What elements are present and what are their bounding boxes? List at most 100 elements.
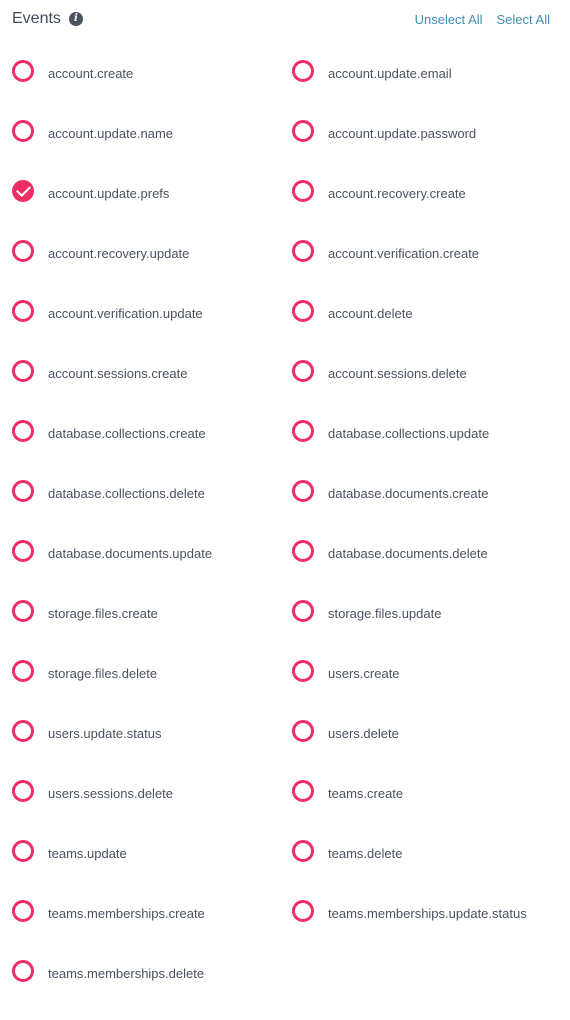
unchecked-circle-icon[interactable] <box>12 840 34 862</box>
unchecked-circle-icon[interactable] <box>292 300 314 322</box>
event-option[interactable]: account.sessions.delete <box>292 360 570 420</box>
unchecked-circle-icon[interactable] <box>12 780 34 802</box>
unchecked-circle-icon[interactable] <box>292 600 314 622</box>
events-panel: Events i Unselect All Select All account… <box>0 0 570 999</box>
unchecked-circle-icon[interactable] <box>292 660 314 682</box>
event-option[interactable]: storage.files.update <box>292 600 570 660</box>
event-option[interactable]: account.create <box>12 60 292 120</box>
event-label: account.recovery.update <box>48 246 190 261</box>
unchecked-circle-icon[interactable] <box>292 840 314 862</box>
events-header: Events i Unselect All Select All <box>12 6 550 32</box>
unchecked-circle-icon[interactable] <box>292 420 314 442</box>
event-label: users.delete <box>328 726 399 741</box>
event-option[interactable]: account.recovery.create <box>292 180 570 240</box>
unchecked-circle-icon[interactable] <box>12 360 34 382</box>
section-title: Events <box>12 10 61 27</box>
unchecked-circle-icon[interactable] <box>292 120 314 142</box>
unchecked-circle-icon[interactable] <box>292 900 314 922</box>
event-option[interactable]: teams.memberships.delete <box>12 960 292 1020</box>
event-option[interactable]: account.update.name <box>12 120 292 180</box>
unselect-all-button[interactable]: Unselect All <box>415 12 483 27</box>
event-label: account.sessions.create <box>48 366 188 381</box>
unchecked-circle-icon[interactable] <box>12 300 34 322</box>
event-label: account.update.prefs <box>48 186 170 201</box>
event-option[interactable]: account.verification.create <box>292 240 570 300</box>
event-option[interactable]: account.delete <box>292 300 570 360</box>
event-option[interactable]: database.collections.delete <box>12 480 292 540</box>
event-label: teams.update <box>48 846 127 861</box>
event-label: storage.files.create <box>48 606 158 621</box>
event-label: users.update.status <box>48 726 162 741</box>
unchecked-circle-icon[interactable] <box>292 540 314 562</box>
unchecked-circle-icon[interactable] <box>12 120 34 142</box>
event-option[interactable]: database.documents.update <box>12 540 292 600</box>
unchecked-circle-icon[interactable] <box>292 180 314 202</box>
event-label: account.create <box>48 66 134 81</box>
event-label: database.documents.delete <box>328 546 488 561</box>
unchecked-circle-icon[interactable] <box>292 780 314 802</box>
event-label: users.sessions.delete <box>48 786 174 801</box>
event-option[interactable]: database.documents.delete <box>292 540 570 600</box>
event-label: database.documents.update <box>48 546 213 561</box>
event-label: teams.create <box>328 786 404 801</box>
unchecked-circle-icon[interactable] <box>292 60 314 82</box>
event-label: account.update.password <box>328 126 477 141</box>
event-label: database.collections.update <box>328 426 490 441</box>
info-icon[interactable]: i <box>68 12 83 26</box>
unchecked-circle-icon[interactable] <box>12 240 34 262</box>
event-option[interactable]: teams.memberships.update.status <box>292 900 570 960</box>
unchecked-circle-icon[interactable] <box>292 360 314 382</box>
event-option[interactable]: users.create <box>292 660 570 720</box>
event-label: account.recovery.create <box>328 186 466 201</box>
event-label: storage.files.update <box>328 606 442 621</box>
unchecked-circle-icon[interactable] <box>12 660 34 682</box>
event-option[interactable]: users.update.status <box>12 720 292 780</box>
event-option[interactable]: account.recovery.update <box>12 240 292 300</box>
event-label: teams.memberships.update.status <box>328 906 527 921</box>
unchecked-circle-icon[interactable] <box>12 900 34 922</box>
title-group: Events i <box>12 10 83 28</box>
event-label: storage.files.delete <box>48 666 158 681</box>
event-option[interactable]: account.sessions.create <box>12 360 292 420</box>
event-label: account.delete <box>328 306 413 321</box>
checked-circle-icon[interactable] <box>12 180 34 202</box>
unchecked-circle-icon[interactable] <box>12 480 34 502</box>
event-option[interactable]: storage.files.create <box>12 600 292 660</box>
unchecked-circle-icon[interactable] <box>292 480 314 502</box>
event-option[interactable]: users.sessions.delete <box>12 780 292 840</box>
event-option[interactable]: teams.delete <box>292 840 570 900</box>
unchecked-circle-icon[interactable] <box>12 60 34 82</box>
event-option[interactable]: teams.memberships.create <box>12 900 292 960</box>
event-label: teams.memberships.delete <box>48 966 205 981</box>
event-option[interactable]: database.collections.create <box>12 420 292 480</box>
event-label: account.update.email <box>328 66 452 81</box>
select-all-button[interactable]: Select All <box>497 12 550 27</box>
event-option[interactable]: account.verification.update <box>12 300 292 360</box>
event-label: database.collections.delete <box>48 486 205 501</box>
unchecked-circle-icon[interactable] <box>292 240 314 262</box>
event-option[interactable]: database.collections.update <box>292 420 570 480</box>
event-option[interactable]: teams.create <box>292 780 570 840</box>
event-option[interactable]: users.delete <box>292 720 570 780</box>
event-list: account.create account.update.email accoun… <box>12 60 570 1020</box>
unchecked-circle-icon[interactable] <box>12 420 34 442</box>
event-label: database.documents.create <box>328 486 489 501</box>
event-label: users.create <box>328 666 400 681</box>
event-option[interactable]: database.documents.create <box>292 480 570 540</box>
event-option[interactable]: account.update.prefs <box>12 180 292 240</box>
event-label: teams.memberships.create <box>48 906 205 921</box>
checkmark-icon <box>15 182 31 198</box>
unchecked-circle-icon[interactable] <box>12 540 34 562</box>
bulk-actions: Unselect All Select All <box>415 12 550 27</box>
event-label: database.collections.create <box>48 426 206 441</box>
unchecked-circle-icon[interactable] <box>12 960 34 982</box>
unchecked-circle-icon[interactable] <box>12 600 34 622</box>
event-label: account.sessions.delete <box>328 366 467 381</box>
unchecked-circle-icon[interactable] <box>12 720 34 742</box>
event-option[interactable]: account.update.email <box>292 60 570 120</box>
unchecked-circle-icon[interactable] <box>292 720 314 742</box>
event-option[interactable]: account.update.password <box>292 120 570 180</box>
event-option[interactable]: storage.files.delete <box>12 660 292 720</box>
event-label: account.update.name <box>48 126 174 141</box>
event-option[interactable]: teams.update <box>12 840 292 900</box>
